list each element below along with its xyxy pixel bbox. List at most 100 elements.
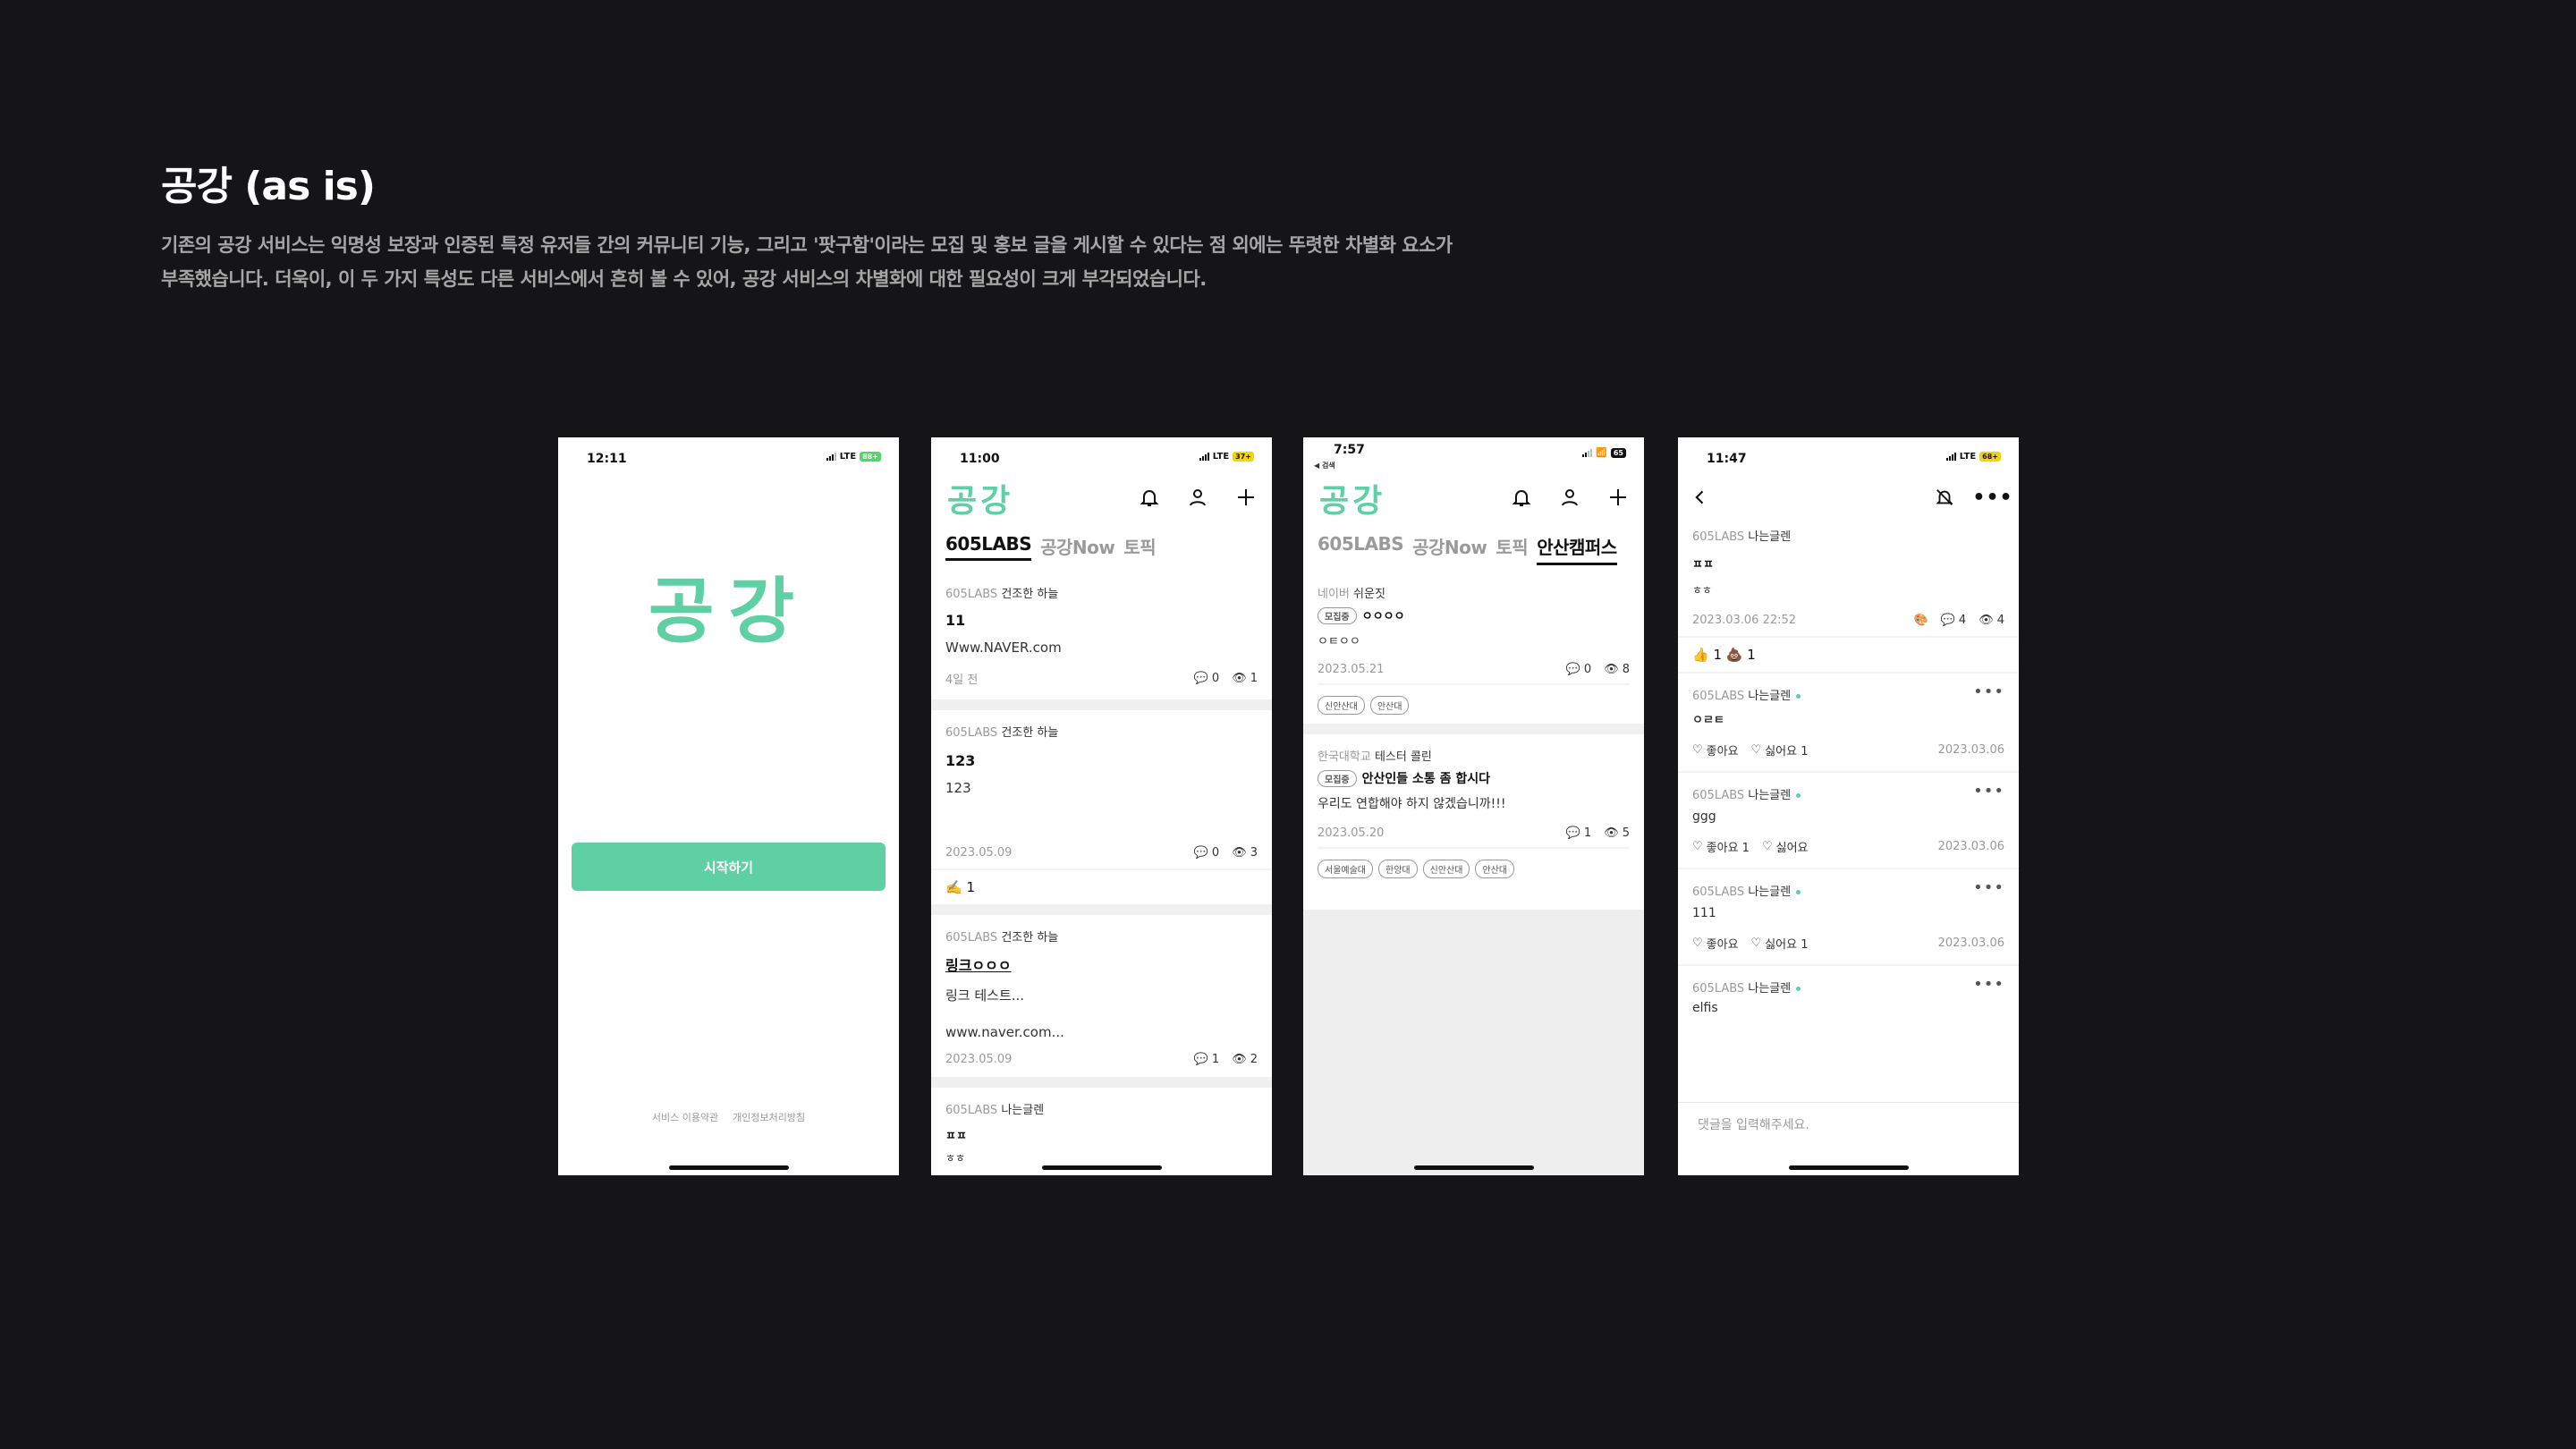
tab-bar: 605LABS 공강Now 토픽: [945, 533, 1157, 561]
tag-chip[interactable]: 안산대: [1475, 860, 1515, 878]
tag-chip[interactable]: 신안산대: [1422, 860, 1470, 878]
view-count: 5: [1622, 826, 1630, 840]
post-body: ㅇㅌㅇㅇ: [1318, 635, 1360, 648]
comment-date: 2023.03.06: [1937, 840, 2004, 853]
status-time: 11:47: [1707, 452, 1747, 466]
like-label: 좋아요: [1706, 745, 1739, 758]
dislike-button[interactable]: ♡ 싫어요 1: [1751, 741, 1809, 758]
comment-group: 605LABS: [1692, 982, 1745, 996]
comment-more-icon[interactable]: •••: [1973, 782, 2004, 801]
comment-count: 0: [1211, 846, 1220, 860]
comment-more-icon[interactable]: •••: [1973, 878, 2004, 897]
comment-item: 605LABS 나는글렌 ••• 111 ♡ 좋아요 ♡ 싫어요 1 2023.03.0…: [1678, 869, 2019, 966]
bell-icon[interactable]: [1134, 482, 1165, 513]
heart-icon: ♡: [1692, 743, 1703, 757]
view-count: 2: [1250, 1053, 1258, 1066]
post-body: 123: [945, 780, 971, 796]
tag-chip[interactable]: 한양대: [1378, 860, 1418, 878]
post-card[interactable]: 네이버 쉬운짓 모집중 ㅇㅇㅇㅇ ㅇㅌㅇㅇ 2023.05.21 💬 0 👁 8 신안산대…: [1303, 572, 1644, 734]
bell-icon[interactable]: [1506, 482, 1537, 513]
plus-icon[interactable]: [1603, 482, 1633, 513]
tab-605labs[interactable]: 605LABS: [1318, 533, 1404, 565]
post-body: 링크 테스트...: [945, 987, 1025, 1004]
status-bar: 7:57 ◀ 검색 📶 65: [1303, 437, 1644, 473]
comment-count: 0: [1583, 663, 1592, 676]
post-title: 안산인들 소통 좀 합시다: [1361, 772, 1491, 786]
post-date: 2023.03.06 22:52: [1692, 614, 1797, 627]
post-card[interactable]: 605LABS 나는글렌 ㅍㅍ ㅎㅎ: [931, 1088, 1272, 1165]
like-button[interactable]: ♡ 좋아요: [1692, 935, 1739, 952]
post-title: ㅇㅇㅇㅇ: [1361, 610, 1405, 623]
battery-icon: 65: [1610, 448, 1626, 458]
tag-chip[interactable]: 서울예술대: [1318, 860, 1373, 878]
tab-topic[interactable]: 토픽: [1123, 533, 1156, 561]
page-description: 기존의 공강 서비스는 익명성 보장과 인증된 특정 유저들 간의 커뮤니티 기…: [161, 234, 1453, 290]
dislike-button[interactable]: ♡ 싫어요: [1762, 838, 1809, 855]
tab-topic[interactable]: 토픽: [1496, 533, 1528, 565]
reaction-writing: ✍️ 1: [945, 879, 975, 895]
bell-off-icon[interactable]: [1929, 482, 1960, 513]
back-to-search[interactable]: ◀ 검색: [1314, 461, 1335, 470]
post-group: 네이버: [1318, 588, 1350, 601]
tab-ansan-campus[interactable]: 안산캠퍼스: [1537, 533, 1617, 565]
post-link[interactable]: www.naver.com...: [945, 1024, 1258, 1040]
comment-group: 605LABS: [1692, 690, 1745, 703]
heart-icon: ♡: [1692, 936, 1703, 950]
comment-count: 0: [1211, 672, 1220, 685]
comment-icon: 💬: [1193, 672, 1208, 685]
like-label: 좋아요: [1706, 938, 1739, 952]
post-date: 2023.05.20: [1318, 826, 1385, 840]
start-button[interactable]: 시작하기: [572, 843, 886, 891]
post-card[interactable]: 605LABS 건조한 하늘 11 Www.NAVER.com 4일 전 💬 0 👁 1: [931, 572, 1272, 710]
post-card[interactable]: 한국대학교 테스터 콜린 모집중 안산인들 소통 좀 합시다 우리도 연합해야 하…: [1303, 734, 1644, 887]
comment-group: 605LABS: [1692, 886, 1745, 899]
phone-screen-post-detail: 11:47 LTE 68+ ••• 605LABS 나는글렌 ㅍㅍ ㅎㅎ 2023…: [1678, 437, 2019, 1175]
plus-icon[interactable]: [1231, 482, 1261, 513]
comment-input[interactable]: 댓글을 입력해주세요.: [1678, 1103, 2019, 1146]
comment-count: 1: [1583, 826, 1592, 840]
view-icon: 👁: [1232, 1053, 1247, 1066]
heart-icon: ♡: [1692, 840, 1703, 853]
back-icon[interactable]: [1685, 482, 1716, 513]
battery-icon: 37+: [1233, 452, 1254, 462]
tab-605labs[interactable]: 605LABS: [945, 533, 1032, 561]
post-group: 605LABS: [945, 931, 998, 945]
broken-heart-icon: ♡: [1750, 936, 1762, 950]
broken-heart-icon: ♡: [1750, 743, 1762, 757]
post-body: 우리도 연합해야 하지 않겠습니까!!!: [1318, 797, 1506, 811]
comment-more-icon[interactable]: •••: [1973, 975, 2004, 994]
more-icon[interactable]: •••: [1972, 482, 2012, 513]
tab-gonggang-now[interactable]: 공강Now: [1040, 533, 1115, 561]
post-title: ㅍㅍ: [1692, 558, 1714, 572]
post-author: 쉬운짓: [1353, 588, 1385, 601]
reaction-row[interactable]: ✍️ 1: [931, 869, 1272, 915]
post-card[interactable]: 605LABS 건조한 하늘 123 123 2023.05.09 💬 0 👁 3: [931, 710, 1272, 869]
home-indicator: [1041, 1165, 1162, 1170]
post-body: ㅎㅎ: [945, 1152, 966, 1165]
comment-group: 605LABS: [1692, 789, 1745, 802]
privacy-link[interactable]: 개인정보처리방침: [733, 1110, 805, 1124]
home-indicator: [1413, 1165, 1534, 1170]
dislike-button[interactable]: ♡ 싫어요 1: [1751, 935, 1809, 952]
like-button[interactable]: ♡ 좋아요: [1692, 741, 1739, 758]
view-count: 3: [1250, 846, 1258, 860]
like-button[interactable]: ♡ 좋아요 1: [1692, 838, 1750, 855]
post-card[interactable]: 605LABS 건조한 하늘 링크ㅇㅇㅇ 링크 테스트... www.naver…: [931, 915, 1272, 1088]
terms-link[interactable]: 서비스 이용약관: [652, 1110, 718, 1124]
post-author: 나는글렌: [1001, 1104, 1045, 1117]
post-body: ㅎㅎ: [1692, 584, 1713, 597]
view-icon: 👁: [1979, 614, 1994, 627]
profile-icon[interactable]: [1555, 482, 1585, 513]
post-group: 605LABS: [945, 1104, 998, 1117]
tab-gonggang-now[interactable]: 공강Now: [1412, 533, 1487, 565]
profile-icon[interactable]: [1182, 482, 1213, 513]
comment-author: 나는글렌: [1748, 886, 1792, 899]
comment-author: 나는글렌: [1748, 690, 1792, 703]
comment-item: 605LABS 나는글렌 ••• elfis: [1678, 966, 2019, 1028]
comment-more-icon[interactable]: •••: [1973, 682, 2004, 701]
tag-chip[interactable]: 신안산대: [1318, 696, 1365, 715]
tag-chip[interactable]: 안산대: [1369, 696, 1410, 715]
post-detail: 605LABS 나는글렌 ㅍㅍ ㅎㅎ 2023.03.06 22:52 🎨 💬 4 👁 4: [1678, 527, 2019, 636]
post-author: 건조한 하늘: [1001, 726, 1059, 740]
reaction-row[interactable]: 👍 1 💩 1: [1678, 636, 2019, 674]
